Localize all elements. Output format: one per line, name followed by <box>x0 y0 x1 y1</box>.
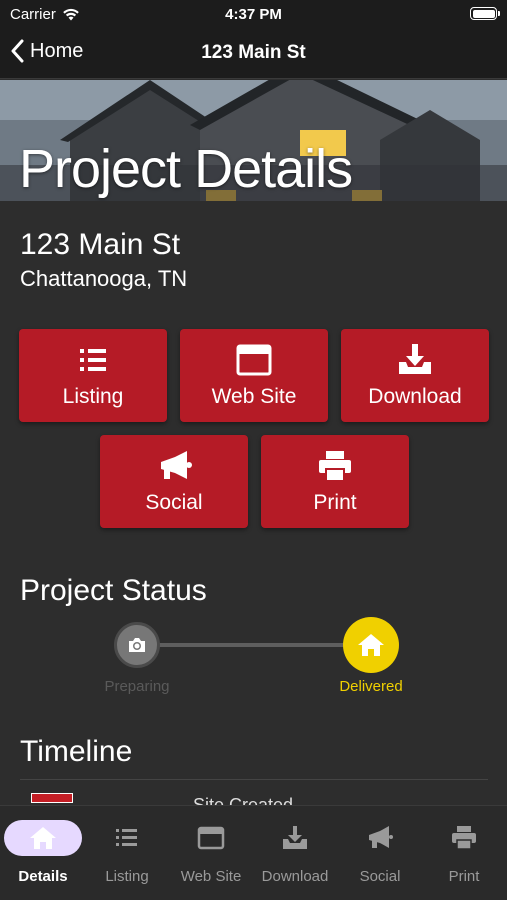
tab-web-site-label: Web Site <box>180 868 242 885</box>
tab-listing[interactable]: Listing <box>85 806 169 900</box>
print-label: Print <box>313 490 357 514</box>
list-icon <box>116 829 137 846</box>
tab-print-label: Print <box>448 868 480 885</box>
list-icon <box>80 348 106 371</box>
project-address: 123 Main St Chattanooga, TN <box>20 228 187 292</box>
city-state: Chattanooga, TN <box>20 266 188 291</box>
project-status-heading: Project Status <box>20 574 207 607</box>
download-label: Download <box>368 384 462 408</box>
camera-icon <box>129 638 145 652</box>
download-tray-icon <box>283 826 307 849</box>
hero-banner: Project Details <box>0 80 507 201</box>
tab-download[interactable]: Download <box>253 806 337 900</box>
status-progress-track <box>137 643 372 647</box>
download-tray-icon <box>399 343 431 374</box>
printer-icon <box>319 450 351 482</box>
tab-download-icon-wrap <box>256 820 334 856</box>
home-icon <box>358 634 384 656</box>
tab-print-icon-wrap <box>425 820 503 856</box>
tab-listing-label: Listing <box>105 868 149 885</box>
timeline-heading: Timeline <box>20 735 133 768</box>
tab-web-site-icon-wrap <box>172 820 250 856</box>
page-title: Project Details <box>19 139 353 199</box>
tab-social-icon-wrap <box>341 820 419 856</box>
timeline-divider <box>20 779 488 780</box>
step-delivered <box>343 617 399 673</box>
listing-button[interactable]: Listing <box>19 329 167 422</box>
tab-listing-icon-wrap <box>88 820 166 856</box>
timeline-item: Site Created <box>193 795 294 805</box>
browser-window-icon <box>236 344 272 375</box>
megaphone-icon <box>369 826 393 848</box>
home-icon <box>30 827 56 849</box>
navigation-bar: Home 123 Main St <box>0 28 507 79</box>
clock: 4:37 PM <box>225 6 282 23</box>
web-site-button[interactable]: Web Site <box>180 329 328 422</box>
tab-web-site[interactable]: Web Site <box>169 806 253 900</box>
tab-details-label: Details <box>18 868 68 885</box>
step-preparing-label: Preparing <box>104 678 170 695</box>
street-address: 123 Main St <box>20 228 181 261</box>
step-delivered-label: Delivered <box>339 678 403 695</box>
megaphone-icon <box>161 450 192 479</box>
timeline-marker <box>31 793 73 803</box>
web-site-label: Web Site <box>211 384 297 408</box>
step-preparing <box>114 622 160 668</box>
printer-icon <box>452 826 476 850</box>
listing-label: Listing <box>62 384 124 408</box>
tab-bar: Details Listing Web Site Download Social… <box>0 805 507 900</box>
nav-title: 123 Main St <box>201 42 306 63</box>
status-bar: Carrier 4:37 PM <box>0 0 507 28</box>
social-label: Social <box>145 490 203 514</box>
battery-icon <box>470 7 500 20</box>
tab-social[interactable]: Social <box>338 806 422 900</box>
social-button[interactable]: Social <box>100 435 248 528</box>
tab-social-label: Social <box>359 868 401 885</box>
browser-window-icon <box>197 826 225 850</box>
tab-details-pill <box>4 820 82 856</box>
tab-details[interactable]: Details <box>1 806 85 900</box>
download-button[interactable]: Download <box>341 329 489 422</box>
tab-print[interactable]: Print <box>422 806 506 900</box>
tab-download-label: Download <box>261 868 329 885</box>
print-button[interactable]: Print <box>261 435 409 528</box>
